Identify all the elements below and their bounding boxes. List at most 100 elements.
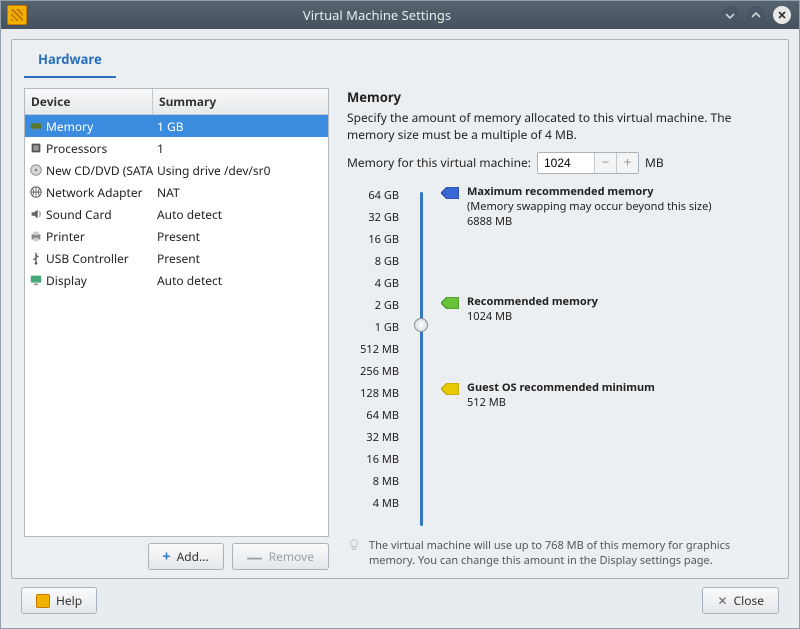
disc-icon <box>29 163 43 177</box>
memory-tick: 4 MB <box>347 493 401 515</box>
memory-input[interactable] <box>538 153 594 173</box>
pointer-min-icon <box>441 383 459 395</box>
device-label: Memory <box>46 118 93 135</box>
titlebar[interactable]: Virtual Machine Settings <box>1 1 799 29</box>
display-icon <box>29 273 43 287</box>
device-summary: Present <box>153 228 328 245</box>
window-title: Virtual Machine Settings <box>33 6 721 24</box>
device-label: Processors <box>46 140 107 157</box>
device-summary: 1 GB <box>153 118 328 135</box>
help-button[interactable]: Help <box>21 587 97 614</box>
device-row-processors[interactable]: Processors 1 <box>25 137 328 159</box>
tabs: Hardware <box>12 40 788 78</box>
device-label: New CD/DVD (SATA) <box>46 162 153 179</box>
window: Virtual Machine Settings Hardware Device… <box>0 0 800 629</box>
device-summary: Auto detect <box>153 206 328 223</box>
slider-thumb[interactable] <box>414 318 428 332</box>
memory-field-label: Memory for this virtual machine: <box>347 154 531 171</box>
annotation-max: Maximum recommended memory(Memory swappi… <box>441 184 712 229</box>
device-buttons: +Add... —Remove <box>24 543 329 570</box>
device-label: Printer <box>46 228 85 245</box>
close-window-button[interactable] <box>773 6 791 24</box>
device-summary: Using drive /dev/sr0 <box>153 162 328 179</box>
col-summary[interactable]: Summary <box>153 89 328 114</box>
minimize-button[interactable] <box>721 6 739 24</box>
tab-hardware[interactable]: Hardware <box>24 40 116 78</box>
settings-card: Hardware Device Summary Memory 1 GB <box>11 39 789 579</box>
memory-tick: 2 GB <box>347 295 401 317</box>
device-summary: Present <box>153 250 328 267</box>
sound-icon <box>29 207 43 221</box>
memory-tick: 128 MB <box>347 383 401 405</box>
memory-tick: 1 GB <box>347 317 401 339</box>
dialog-footer: Help ✕Close <box>11 579 789 622</box>
device-table: Device Summary Memory 1 GB Processors 1 <box>24 88 329 537</box>
pointer-max-icon <box>441 187 459 199</box>
help-icon <box>36 594 50 608</box>
remove-button[interactable]: —Remove <box>232 543 329 570</box>
memory-tick: 512 MB <box>347 339 401 361</box>
annotation-min: Guest OS recommended minimum512 MB <box>441 380 655 410</box>
memory-tick: 32 MB <box>347 427 401 449</box>
device-row-cddvd[interactable]: New CD/DVD (SATA) Using drive /dev/sr0 <box>25 159 328 181</box>
memory-ticks: 64 GB32 GB16 GB8 GB4 GB2 GB1 GB512 MB256… <box>347 182 401 536</box>
lightbulb-icon <box>347 538 361 552</box>
slider-zone: 64 GB32 GB16 GB8 GB4 GB2 GB1 GB512 MB256… <box>347 182 772 536</box>
col-device[interactable]: Device <box>25 89 153 114</box>
device-label: USB Controller <box>46 250 129 267</box>
device-row-memory[interactable]: Memory 1 GB <box>25 115 328 137</box>
memory-tick: 4 GB <box>347 273 401 295</box>
memory-decrement[interactable]: − <box>594 153 616 173</box>
app-icon <box>7 5 27 25</box>
dialog-body: Hardware Device Summary Memory 1 GB <box>1 29 799 628</box>
cpu-icon <box>29 141 43 155</box>
memory-heading: Memory <box>347 88 772 106</box>
device-row-printer[interactable]: Printer Present <box>25 225 328 247</box>
memory-tick: 16 MB <box>347 449 401 471</box>
memory-input-row: Memory for this virtual machine: − + MB <box>347 152 772 174</box>
memory-unit: MB <box>645 154 664 171</box>
maximize-button[interactable] <box>747 6 765 24</box>
memory-tick: 256 MB <box>347 361 401 383</box>
device-row-sound[interactable]: Sound Card Auto detect <box>25 203 328 225</box>
memory-increment[interactable]: + <box>616 153 638 173</box>
device-summary: Auto detect <box>153 272 328 289</box>
memory-description: Specify the amount of memory allocated t… <box>347 110 772 144</box>
slider-track <box>420 192 423 526</box>
device-table-header: Device Summary <box>25 89 328 115</box>
device-label: Sound Card <box>46 206 112 223</box>
annotation-recommended: Recommended memory1024 MB <box>441 294 598 324</box>
add-button[interactable]: +Add... <box>148 543 224 570</box>
device-row-network[interactable]: Network Adapter NAT <box>25 181 328 203</box>
device-label: Display <box>46 272 87 289</box>
device-summary: 1 <box>153 140 328 157</box>
content: Device Summary Memory 1 GB Processors 1 <box>12 78 788 578</box>
left-panel: Device Summary Memory 1 GB Processors 1 <box>24 88 329 570</box>
close-icon: ✕ <box>717 592 727 609</box>
pointer-rec-icon <box>441 297 459 309</box>
memory-tick: 64 GB <box>347 185 401 207</box>
memory-tick: 32 GB <box>347 207 401 229</box>
memory-annotations: Maximum recommended memory(Memory swappi… <box>441 182 772 536</box>
printer-icon <box>29 229 43 243</box>
plus-icon: + <box>163 552 171 562</box>
memory-tick: 8 MB <box>347 471 401 493</box>
device-row-display[interactable]: Display Auto detect <box>25 269 328 291</box>
device-label: Network Adapter <box>46 184 143 201</box>
memory-note-text: The virtual machine will use up to 768 M… <box>369 538 772 568</box>
window-buttons <box>721 6 791 24</box>
usb-icon <box>29 251 43 265</box>
memory-spinner: − + <box>537 152 639 174</box>
memory-tick: 64 MB <box>347 405 401 427</box>
memory-note: The virtual machine will use up to 768 M… <box>347 536 772 570</box>
device-row-usb[interactable]: USB Controller Present <box>25 247 328 269</box>
memory-slider[interactable] <box>409 182 433 536</box>
device-summary: NAT <box>153 184 328 201</box>
minus-icon: — <box>247 553 263 561</box>
memory-tick: 8 GB <box>347 251 401 273</box>
close-button[interactable]: ✕Close <box>702 587 779 614</box>
memory-tick: 16 GB <box>347 229 401 251</box>
right-panel: Memory Specify the amount of memory allo… <box>347 88 772 570</box>
network-icon <box>29 185 43 199</box>
memory-icon <box>29 119 43 133</box>
